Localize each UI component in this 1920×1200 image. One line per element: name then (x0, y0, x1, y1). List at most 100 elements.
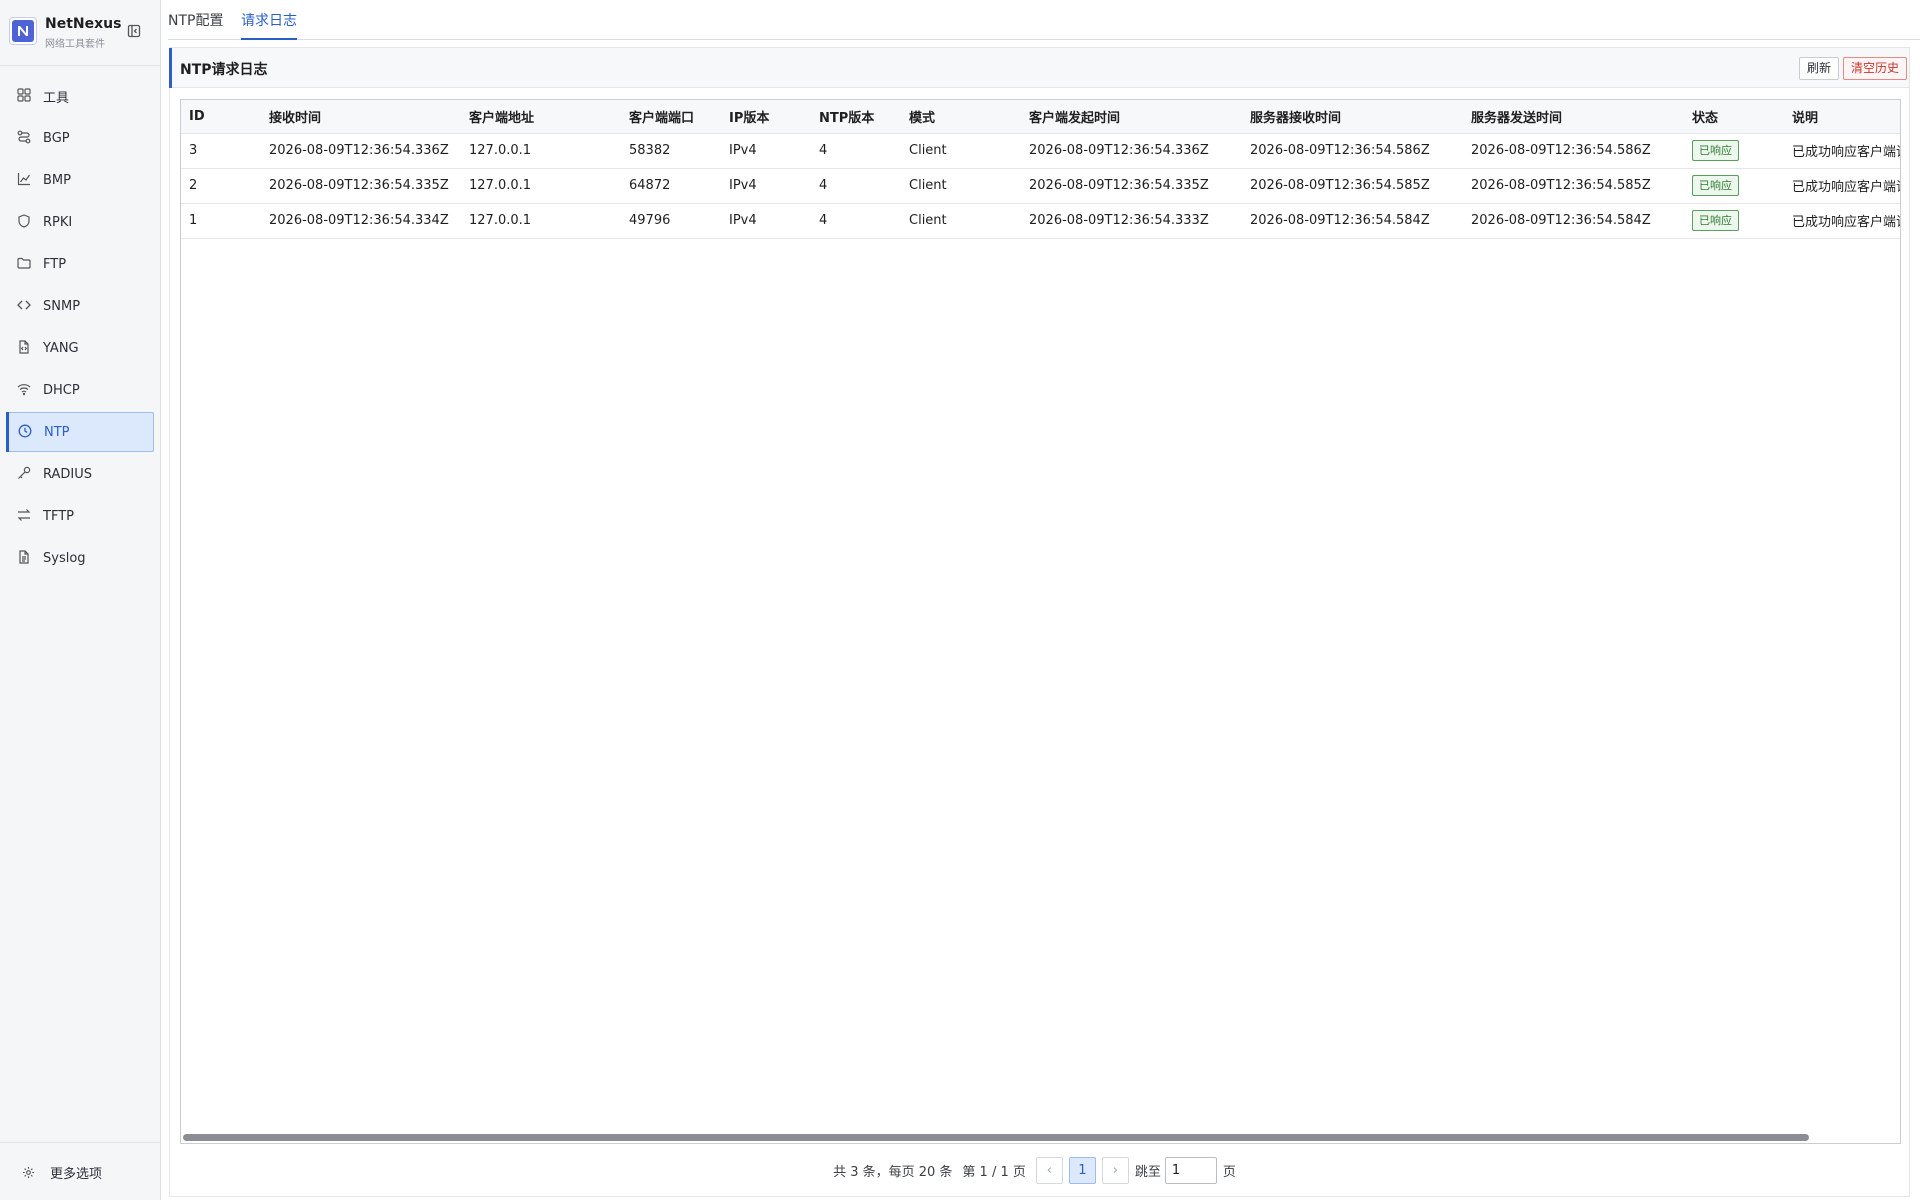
column-header: 服务器接收时间 (1242, 100, 1463, 134)
sidebar-item-snmp[interactable]: SNMP (6, 286, 154, 326)
sidebar-item-bmp[interactable]: BMP (6, 160, 154, 200)
table-row: 2 2026-08-09T12:36:54.335Z 127.0.0.1 648… (181, 168, 1900, 203)
sidebar-item-label: FTP (43, 256, 67, 272)
cell-mode: Client (909, 143, 947, 158)
cell-client-address: 127.0.0.1 (469, 178, 532, 193)
cell-server-receive-time: 2026-08-09T12:36:54.586Z (1250, 143, 1430, 158)
panel-title: NTP请求日志 (180, 62, 268, 78)
column-header: 客户端地址 (461, 100, 621, 134)
page-1-button[interactable]: 1 (1068, 1156, 1096, 1184)
jump-page-input[interactable] (1164, 1156, 1217, 1184)
pagination: 共 3 条，每页 20 条 第 1 / 1 页 ‹ 1 › 跳至 页 (170, 1155, 1909, 1185)
cell-description: 已成功响应客户端请求 (1792, 180, 1900, 195)
cell-ntp-version: 4 (819, 213, 828, 228)
cell-server-transmit-time: 2026-08-09T12:36:54.585Z (1471, 178, 1651, 193)
tab-request-log[interactable]: 请求日志 (241, 10, 297, 40)
sidebar-item-label: 工具 (43, 90, 70, 106)
pagination-summary: 共 3 条，每页 20 条 (833, 1164, 953, 1180)
sidebar-item-label: TFTP (43, 508, 74, 524)
sidebar-item-label: BMP (43, 172, 71, 188)
sidebar-item-dhcp[interactable]: DHCP (6, 370, 154, 410)
cell-ntp-version: 4 (819, 178, 828, 193)
sidebar-item-syslog[interactable]: Syslog (6, 538, 154, 578)
table-row: 3 2026-08-09T12:36:54.336Z 127.0.0.1 583… (181, 133, 1900, 168)
sidebar-item-label: DHCP (43, 382, 80, 398)
log-table: ID 接收时间 客户端地址 客户端端口 IP版本 NTP版本 模式 客户端发起时… (181, 100, 1900, 239)
cell-id: 3 (189, 143, 198, 158)
cell-server-transmit-time: 2026-08-09T12:36:54.584Z (1471, 213, 1651, 228)
cell-server-transmit-time: 2026-08-09T12:36:54.586Z (1471, 143, 1651, 158)
table-header-row: ID 接收时间 客户端地址 客户端端口 IP版本 NTP版本 模式 客户端发起时… (181, 100, 1900, 134)
sidebar-item-radius[interactable]: RADIUS (6, 454, 154, 494)
table-row: 1 2026-08-09T12:36:54.334Z 127.0.0.1 497… (181, 203, 1900, 238)
prev-page-button[interactable]: ‹ (1035, 1156, 1063, 1184)
page-unit-label: 页 (1222, 1164, 1236, 1180)
cell-server-receive-time: 2026-08-09T12:36:54.584Z (1250, 213, 1430, 228)
routes-icon (17, 130, 33, 146)
wifi-icon (17, 382, 33, 398)
key-icon (17, 466, 33, 482)
cell-ip-version: IPv4 (729, 143, 757, 158)
sidebar-item-label: Syslog (43, 550, 86, 566)
cell-client-origin-time: 2026-08-09T12:36:54.336Z (1029, 143, 1209, 158)
sidebar-item-rpki[interactable]: RPKI (6, 202, 154, 242)
sidebar-footer: 更多选项 (0, 1142, 160, 1200)
refresh-button[interactable]: 刷新 (1799, 57, 1840, 80)
column-header: 客户端端口 (621, 100, 721, 134)
sidebar-item-tftp[interactable]: TFTP (6, 496, 154, 536)
status-badge: 已响应 (1692, 210, 1739, 231)
sidebar-item-ntp[interactable]: NTP (6, 412, 154, 452)
sidebar-item-label: RPKI (43, 214, 73, 230)
request-log-panel: NTP请求日志 刷新 清空历史 ID 接收时间 客户端地址 客户端端口 IP版本… (169, 47, 1910, 1197)
sidebar-item-bgp[interactable]: BGP (6, 118, 154, 158)
cell-receive-time: 2026-08-09T12:36:54.334Z (269, 213, 449, 228)
file-code-icon (17, 340, 33, 356)
cell-server-receive-time: 2026-08-09T12:36:54.585Z (1250, 178, 1430, 193)
document-icon (17, 550, 33, 566)
cell-client-address: 127.0.0.1 (469, 143, 532, 158)
sidebar-item-ftp[interactable]: FTP (6, 244, 154, 284)
column-header: 说明 (1784, 100, 1900, 134)
gear-icon (22, 1166, 36, 1180)
pagination-page-info: 第 1 / 1 页 (962, 1164, 1026, 1180)
jump-label: 跳至 (1134, 1164, 1161, 1180)
cell-receive-time: 2026-08-09T12:36:54.336Z (269, 143, 449, 158)
column-header: 服务器发送时间 (1463, 100, 1684, 134)
clear-history-button[interactable]: 清空历史 (1843, 57, 1908, 80)
sidebar-collapse-icon[interactable] (127, 24, 143, 40)
cell-mode: Client (909, 178, 947, 193)
code-icon (17, 298, 33, 314)
more-options-label: 更多选项 (50, 1167, 103, 1182)
sidebar-item-tools[interactable]: 工具 (6, 76, 154, 116)
tab-ntp-config[interactable]: NTP配置 (168, 10, 223, 40)
sidebar: NetNexus 网络工具套件 工具 BGP BMP RPKI FTP SNMP… (0, 0, 161, 1200)
more-options-button[interactable]: 更多选项 (22, 1163, 102, 1182)
cell-mode: Client (909, 213, 947, 228)
sidebar-item-label: SNMP (43, 298, 81, 314)
sidebar-item-yang[interactable]: YANG (6, 328, 154, 368)
cell-client-origin-time: 2026-08-09T12:36:54.335Z (1029, 178, 1209, 193)
cell-ntp-version: 4 (819, 143, 828, 158)
brand-name: NetNexus (45, 16, 122, 32)
next-page-button[interactable]: › (1101, 1156, 1129, 1184)
cell-client-origin-time: 2026-08-09T12:36:54.333Z (1029, 213, 1209, 228)
cell-client-port: 64872 (629, 178, 671, 193)
cell-client-port: 58382 (629, 143, 671, 158)
log-table-container[interactable]: ID 接收时间 客户端地址 客户端端口 IP版本 NTP版本 模式 客户端发起时… (180, 99, 1901, 1144)
horizontal-scrollbar[interactable] (183, 1134, 1809, 1141)
brand-logo (9, 17, 37, 45)
grid-icon (17, 88, 33, 104)
transfer-icon (17, 508, 33, 524)
panel-header: NTP请求日志 刷新 清空历史 (169, 48, 1909, 88)
cell-ip-version: IPv4 (729, 178, 757, 193)
sidebar-item-label: YANG (43, 340, 79, 356)
column-header: 模式 (901, 100, 1021, 134)
clock-icon (18, 424, 34, 440)
column-header: 接收时间 (261, 100, 461, 134)
cell-client-address: 127.0.0.1 (469, 213, 532, 228)
brand-subtitle: 网络工具套件 (45, 39, 105, 50)
column-header: ID (181, 100, 261, 134)
cell-receive-time: 2026-08-09T12:36:54.335Z (269, 178, 449, 193)
sidebar-item-label: RADIUS (43, 466, 93, 482)
column-header: 客户端发起时间 (1021, 100, 1242, 134)
